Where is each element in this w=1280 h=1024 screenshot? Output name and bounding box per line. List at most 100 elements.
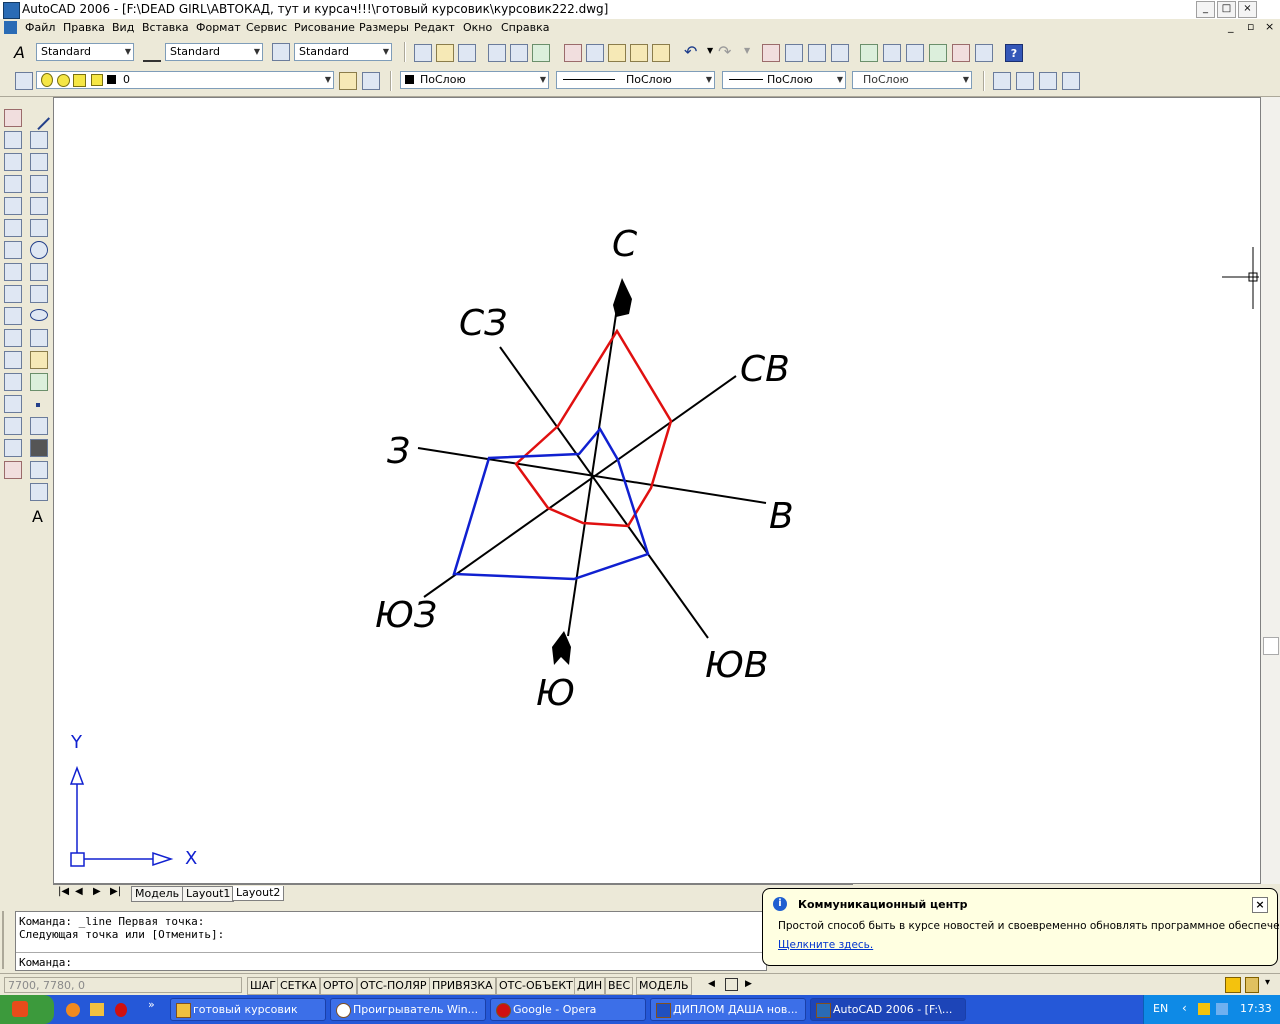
menu-edit[interactable]: Правка bbox=[63, 21, 105, 34]
vertical-scrollbar[interactable] bbox=[1261, 97, 1280, 884]
extend-icon[interactable] bbox=[4, 329, 22, 347]
zoom-window-icon[interactable] bbox=[808, 44, 826, 62]
plotstyle-select[interactable]: ПоСлою ▼ bbox=[852, 71, 972, 89]
status-menu-icon[interactable]: ▾ bbox=[1265, 977, 1270, 988]
command-prompt[interactable]: Команда: bbox=[19, 956, 72, 969]
zoom-previous-icon[interactable] bbox=[831, 44, 849, 62]
copy-icon[interactable] bbox=[586, 44, 604, 62]
hatch-icon[interactable] bbox=[30, 417, 48, 435]
quicklaunch-opera-icon[interactable] bbox=[115, 1003, 127, 1017]
move-icon[interactable] bbox=[4, 219, 22, 237]
line-icon[interactable] bbox=[25, 105, 51, 131]
block-editor-icon[interactable] bbox=[652, 44, 670, 62]
pan-icon[interactable] bbox=[762, 44, 780, 62]
status-scroll-right-icon[interactable]: ▶ bbox=[745, 979, 752, 989]
drawing-canvas[interactable]: С СЗ СВ З В ЮЗ ЮВ Ю Y X bbox=[53, 97, 1261, 884]
layer-unlock-icon[interactable] bbox=[73, 74, 86, 87]
polar-button[interactable]: ОТС-ПОЛЯР bbox=[357, 977, 430, 995]
cut-icon[interactable] bbox=[564, 44, 582, 62]
layer-thaw-icon[interactable] bbox=[57, 74, 70, 87]
quicklaunch-more-icon[interactable]: » bbox=[148, 998, 155, 1011]
circle-icon[interactable] bbox=[30, 241, 48, 259]
linetype-select[interactable]: ПоСлою ▼ bbox=[556, 71, 715, 89]
undo-icon[interactable]: ↶ bbox=[684, 42, 697, 61]
insert-block-icon[interactable] bbox=[30, 351, 48, 369]
send-under-icon[interactable] bbox=[1062, 72, 1080, 90]
lwt-button[interactable]: ВЕС bbox=[605, 977, 634, 995]
redo-dropdown-icon[interactable]: ▼ bbox=[744, 46, 750, 55]
print-icon[interactable] bbox=[488, 44, 506, 62]
offset-icon[interactable] bbox=[4, 175, 22, 193]
table-style-icon[interactable] bbox=[272, 43, 290, 61]
layer-on-icon[interactable] bbox=[41, 73, 53, 87]
ellipse-icon[interactable] bbox=[30, 309, 48, 321]
model-button[interactable]: МОДЕЛЬ bbox=[636, 977, 692, 995]
menu-insert[interactable]: Вставка bbox=[142, 21, 189, 34]
quicklaunch-firefox-icon[interactable] bbox=[66, 1003, 80, 1017]
maximize-button[interactable]: □ bbox=[1217, 1, 1236, 18]
osnap-button[interactable]: ПРИВЯЗКА bbox=[429, 977, 496, 995]
revision-cloud-icon[interactable] bbox=[30, 263, 48, 281]
point-icon[interactable] bbox=[36, 403, 40, 407]
explode-icon[interactable] bbox=[4, 461, 22, 479]
scrollbar-thumb[interactable] bbox=[1263, 637, 1279, 655]
tool-palettes-icon[interactable] bbox=[906, 44, 924, 62]
sheet-set-icon[interactable] bbox=[929, 44, 947, 62]
start-button[interactable] bbox=[0, 995, 54, 1024]
menu-format[interactable]: Формат bbox=[196, 21, 241, 34]
menu-window[interactable]: Окно bbox=[463, 21, 492, 34]
tab-layout2[interactable]: Layout2 bbox=[232, 886, 285, 901]
open-file-icon[interactable] bbox=[436, 44, 454, 62]
balloon-close-button[interactable]: × bbox=[1252, 897, 1268, 913]
fillet-icon[interactable] bbox=[4, 439, 22, 457]
tab-next-icon[interactable]: ▶ bbox=[93, 886, 101, 897]
comm-center-icon[interactable] bbox=[1225, 977, 1241, 993]
table-style-select[interactable]: Standard ▼ bbox=[294, 43, 392, 61]
task-autocad[interactable]: AutoCAD 2006 - [F:\... bbox=[810, 998, 966, 1021]
language-indicator[interactable]: EN bbox=[1153, 1002, 1168, 1015]
construction-line-icon[interactable] bbox=[30, 131, 48, 149]
menu-help[interactable]: Справка bbox=[501, 21, 549, 34]
calculator-icon[interactable] bbox=[975, 44, 993, 62]
lineweight-select[interactable]: ПоСлою ▼ bbox=[722, 71, 846, 89]
tab-prev-icon[interactable]: ◀ bbox=[75, 886, 83, 897]
toolbar-lock-icon[interactable] bbox=[1245, 977, 1259, 993]
scale-icon[interactable] bbox=[4, 263, 22, 281]
tray-network-icon[interactable] bbox=[1216, 1003, 1228, 1015]
trim-icon[interactable] bbox=[4, 307, 22, 325]
autocad-app-icon[interactable] bbox=[3, 2, 20, 19]
gradient-icon[interactable] bbox=[30, 439, 48, 457]
color-select[interactable]: ПоСлою ▼ bbox=[400, 71, 549, 89]
tab-last-icon[interactable]: ▶| bbox=[110, 886, 121, 897]
status-scroll-left-icon[interactable]: ◀ bbox=[708, 979, 715, 989]
doc-restore-button[interactable]: ▫ bbox=[1247, 20, 1254, 33]
menu-view[interactable]: Вид bbox=[112, 21, 134, 34]
task-opera[interactable]: Google - Opera bbox=[490, 998, 646, 1021]
region-icon[interactable] bbox=[30, 461, 48, 479]
otrack-button[interactable]: ОТС-ОБЪЕКТ bbox=[496, 977, 576, 995]
menu-modify[interactable]: Редакт bbox=[414, 21, 455, 34]
save-icon[interactable] bbox=[458, 44, 476, 62]
chamfer-icon[interactable] bbox=[4, 417, 22, 435]
array-icon[interactable] bbox=[4, 197, 22, 215]
zoom-realtime-icon[interactable] bbox=[785, 44, 803, 62]
erase-icon[interactable] bbox=[4, 109, 22, 127]
task-word[interactable]: ДИПЛОМ ДАША нов... bbox=[650, 998, 806, 1021]
rectangle-icon[interactable] bbox=[30, 197, 48, 215]
ortho-button[interactable]: ОРТО bbox=[320, 977, 357, 995]
ellipse-arc-icon[interactable] bbox=[30, 329, 48, 347]
join-icon[interactable] bbox=[4, 395, 22, 413]
quicklaunch-folder-icon[interactable] bbox=[90, 1003, 104, 1016]
tab-model[interactable]: Модель bbox=[131, 886, 184, 902]
arc-icon[interactable] bbox=[30, 219, 48, 237]
command-grip[interactable] bbox=[2, 911, 12, 969]
send-to-back-icon[interactable] bbox=[1016, 72, 1034, 90]
publish-icon[interactable] bbox=[532, 44, 550, 62]
break-icon[interactable] bbox=[4, 373, 22, 391]
dim-style-icon[interactable] bbox=[143, 44, 161, 62]
paste-icon[interactable] bbox=[608, 44, 626, 62]
undo-dropdown-icon[interactable]: ▼ bbox=[707, 46, 713, 55]
tab-first-icon[interactable]: |◀ bbox=[58, 886, 69, 897]
table-icon[interactable] bbox=[30, 483, 48, 501]
properties-icon[interactable] bbox=[860, 44, 878, 62]
